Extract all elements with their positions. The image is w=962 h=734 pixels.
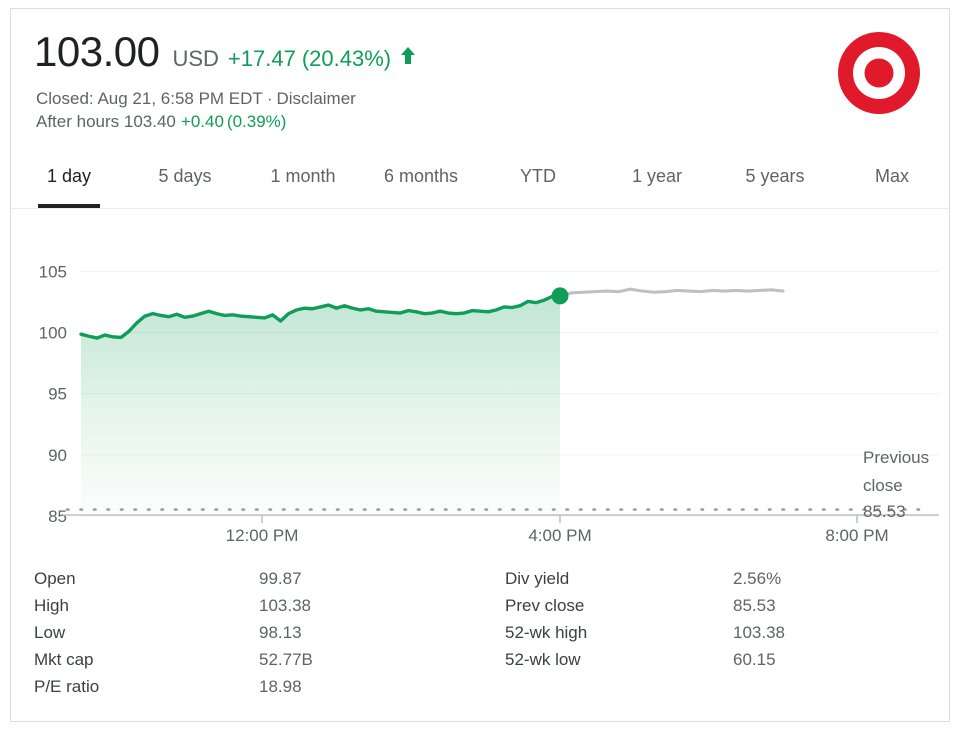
tab-label: YTD — [520, 166, 556, 186]
stat-value: 98.13 — [259, 622, 302, 642]
stat-label: 52-wk high — [505, 622, 588, 642]
market-status-time: Aug 21, 6:58 PM EDT — [97, 89, 263, 108]
previous-close-value: 85.53 — [863, 502, 906, 521]
stat-row: Prev close 85.53 — [505, 592, 949, 619]
stock-quote-card: 103.00 USD +17.47 (20.43%) Closed: Aug 2… — [10, 8, 950, 722]
after-hours-label: After hours — [36, 112, 120, 131]
tab-label: 5 days — [158, 166, 212, 186]
stat-label: Div yield — [505, 568, 570, 588]
stat-row: 52-wk high 103.38 — [505, 619, 949, 646]
stat-row: 52-wk low 60.15 — [505, 646, 949, 673]
close-marker — [551, 287, 569, 305]
stat-row: Div yield 2.56% — [505, 565, 949, 592]
stat-value: 85.53 — [733, 595, 776, 615]
time-range-tabs: 1 day 5 days 1 month 6 months YTD 1 year 5 yea… — [11, 147, 949, 209]
after-hours-change: +0.40 — [180, 112, 224, 131]
arrow-up-icon — [400, 44, 416, 66]
x-axis-tick-label: 8:00 PM — [825, 526, 888, 545]
chart-area-fill — [81, 295, 560, 516]
stats-table: Open 99.87 High 103.38 Low 98.13 Mkt cap 52.77B… — [11, 565, 949, 700]
stat-row: P/E ratio 18.98 — [34, 673, 480, 700]
tab-label: 1 year — [631, 166, 683, 186]
price-row: 103.00 USD +17.47 (20.43%) — [34, 31, 416, 73]
stat-value: 52.77B — [259, 649, 313, 669]
separator-dot: · — [266, 89, 273, 108]
stats-column-left: Open 99.87 High 103.38 Low 98.13 Mkt cap 52.77B… — [11, 565, 480, 700]
previous-close-label-line2: close — [863, 476, 903, 495]
after-hours-percent: (0.39%) — [226, 112, 287, 131]
after-hours-line — [558, 287, 785, 298]
area-fill-path — [81, 295, 560, 516]
stat-label: Mkt cap — [34, 649, 94, 669]
stat-value: 103.38 — [259, 595, 311, 615]
disclaimer-link[interactable]: Disclaimer — [276, 89, 355, 108]
y-axis-tick-label: 105 — [39, 262, 67, 281]
price-change-percent: (20.43%) — [301, 46, 392, 71]
quote-header: 103.00 USD +17.47 (20.43%) Closed: Aug 2… — [11, 9, 949, 131]
y-axis-tick-label: 95 — [48, 385, 67, 404]
stat-label: Low — [34, 622, 66, 642]
tabs-row: 1 day 5 days 1 month 6 months YTD 1 year 5 yea… — [11, 147, 949, 208]
stat-value: 103.38 — [733, 622, 785, 642]
stat-row: Open 99.87 — [34, 565, 480, 592]
tab-label: 1 day — [46, 166, 92, 186]
tab-max[interactable]: Max — [822, 147, 949, 207]
tab-label: 5 years — [745, 166, 805, 186]
y-axis-labels: 105 100 95 90 85 — [39, 262, 67, 526]
stat-label: High — [34, 595, 69, 615]
price-change: +17.47 — [227, 46, 296, 71]
stat-row: Low 98.13 — [34, 619, 480, 646]
y-axis-tick-label: 85 — [48, 507, 67, 526]
market-status-prefix: Closed: — [36, 89, 94, 108]
previous-close-label-line1: Previous — [863, 448, 929, 467]
stat-row: Mkt cap 52.77B — [34, 646, 480, 673]
stat-label: Prev close — [505, 595, 585, 615]
tab-label: 1 month — [270, 166, 336, 186]
close-price-dot — [551, 287, 569, 305]
x-axis-tick-label: 4:00 PM — [528, 526, 591, 545]
x-axis: 12:00 PM 4:00 PM 8:00 PM — [63, 514, 939, 545]
stat-value: 2.56% — [733, 568, 782, 588]
stat-row: High 103.38 — [34, 592, 480, 619]
price-chart[interactable]: 105 100 95 90 85 12:00 PM 4:00 PM 8:00 PM Prev… — [11, 209, 950, 557]
tab-label: Max — [874, 166, 909, 186]
stat-label: 52-wk low — [505, 649, 581, 669]
market-status-line: Closed: Aug 21, 6:58 PM EDT · Disclaimer — [36, 89, 356, 109]
after-hours-line: After hours 103.40 +0.40 (0.39%) — [36, 112, 286, 132]
stat-label: P/E ratio — [34, 676, 100, 696]
currency-label: USD — [172, 46, 219, 71]
y-axis-tick-label: 100 — [39, 324, 67, 343]
chart-line-after-hours — [558, 287, 785, 298]
price-chart-svg[interactable]: 105 100 95 90 85 12:00 PM 4:00 PM 8:00 PM Prev… — [11, 209, 950, 557]
stat-value: 60.15 — [733, 649, 776, 669]
stats-column-right: Div yield 2.56% Prev close 85.53 52-wk high 1… — [480, 565, 949, 700]
tab-label: 6 months — [383, 166, 459, 186]
y-axis-tick-label: 90 — [48, 446, 67, 465]
stat-value: 18.98 — [259, 676, 302, 696]
x-axis-tick-label: 12:00 PM — [226, 526, 299, 545]
target-bullseye-logo — [835, 29, 923, 117]
stat-label: Open — [34, 568, 76, 588]
after-hours-price: 103.40 — [123, 112, 176, 131]
stat-value: 99.87 — [259, 568, 302, 588]
current-price: 103.00 — [34, 28, 160, 75]
